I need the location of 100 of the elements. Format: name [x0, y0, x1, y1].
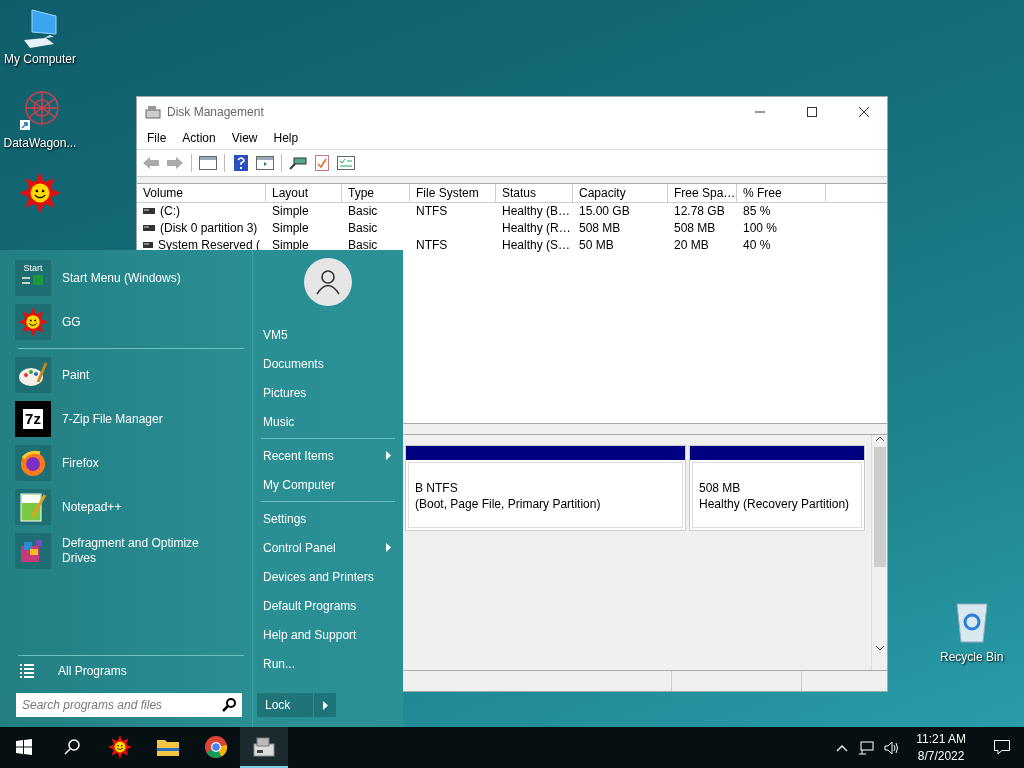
start-menu-link[interactable]: Run...: [257, 649, 403, 678]
start-menu-link[interactable]: Help and Support: [257, 620, 403, 649]
archive-app-icon: 7z: [23, 409, 43, 429]
browser-icon: [205, 735, 227, 758]
column-header[interactable]: Layout: [266, 183, 342, 202]
table-cell: 40 %: [743, 238, 771, 253]
menu-item[interactable]: Action: [174, 128, 224, 147]
table-cell: 508 MB: [674, 221, 716, 236]
fox-globe-icon: [18, 448, 48, 478]
sun-face-icon: [108, 734, 132, 759]
start-menu-link[interactable]: VM5: [257, 320, 403, 349]
table-cell: NTFS: [416, 238, 448, 253]
program-item[interactable]: Paint: [0, 354, 252, 396]
partition-size: 508 MB: [699, 480, 742, 495]
table-cell: (Disk 0 partition 3): [160, 221, 258, 236]
user-avatar[interactable]: [304, 258, 352, 306]
start-menu-app-icon: Start: [14, 259, 52, 297]
column-header[interactable]: % Free: [737, 183, 826, 202]
menu-item[interactable]: Help: [265, 128, 307, 147]
vertical-scrollbar[interactable]: [871, 434, 887, 671]
arrow-right-icon: [322, 700, 328, 710]
program-item[interactable]: Firefox: [0, 442, 252, 484]
program-item[interactable]: 7z 7-Zip File Manager: [0, 398, 252, 440]
sun-face-icon: [19, 172, 61, 214]
table-cell: Healthy (S…: [502, 238, 571, 253]
list-icon: [20, 663, 34, 678]
drive-icon: [143, 242, 153, 249]
notepad-icon: [18, 491, 48, 523]
table-cell: Basic: [348, 221, 378, 236]
scroll-up-icon[interactable]: [874, 434, 885, 443]
drive-icon: [143, 208, 155, 215]
partition-block[interactable]: 508 MB Healthy (Recovery Partition): [689, 444, 865, 531]
start-menu-link[interactable]: Default Programs: [257, 591, 403, 620]
partition-status: Healthy (Recovery Partition): [699, 496, 851, 511]
table-cell: Basic: [348, 204, 378, 219]
close-icon: [859, 107, 869, 117]
desktop-icon-label[interactable]: My Computer: [4, 52, 76, 66]
help-button[interactable]: [231, 152, 251, 173]
partition-status: (Boot, Page File, Primary Partition): [415, 496, 602, 511]
recycle-bin-icon[interactable]: [953, 600, 990, 644]
submenu-arrow-icon: [386, 451, 391, 460]
table-cell: 100 %: [743, 221, 778, 236]
start-menu-link[interactable]: My Computer: [257, 470, 403, 499]
start-menu-link[interactable]: Devices and Printers: [257, 562, 403, 591]
table-cell: (C:): [160, 204, 180, 219]
search-field[interactable]: Search programs and files: [16, 693, 242, 717]
table-cell: Simple: [272, 238, 309, 253]
table-cell: 20 MB: [674, 238, 709, 253]
table-cell: 85 %: [743, 204, 771, 219]
program-item[interactable]: GG: [0, 301, 252, 343]
check-document-button[interactable]: [312, 152, 332, 173]
all-programs-button[interactable]: All Programs: [18, 655, 244, 685]
partition-block[interactable]: B NTFS (Boot, Page File, Primary Partition): [405, 444, 686, 531]
table-cell: Simple: [272, 204, 309, 219]
start-menu-link[interactable]: Music: [257, 407, 403, 436]
column-header[interactable]: Capacity: [573, 183, 668, 202]
lock-options-button[interactable]: [314, 693, 336, 717]
lock-button[interactable]: Lock: [257, 693, 313, 717]
start-menu-link[interactable]: Documents: [257, 349, 403, 378]
table-cell: NTFS: [416, 204, 448, 219]
search-icon: [222, 698, 236, 712]
maximize-icon: [807, 107, 817, 117]
search-icon: [64, 738, 80, 755]
program-item[interactable]: Start Start Menu (Windows): [0, 257, 252, 299]
table-cell: 12.78 GB: [674, 204, 725, 219]
disk-drive-icon: [145, 105, 161, 119]
folder-icon: [157, 737, 179, 756]
windows-logo-icon: [16, 738, 32, 755]
window-title: Disk Management: [167, 105, 265, 119]
column-header[interactable]: File System: [410, 183, 496, 202]
table-cell: Simple: [272, 221, 309, 236]
submenu-arrow-icon: [386, 543, 391, 552]
desktop-icon-label[interactable]: DataWagon...: [3, 136, 77, 150]
partition-size: B NTFS: [415, 480, 459, 495]
column-header[interactable]: Type: [342, 183, 410, 202]
menu-item[interactable]: View: [223, 128, 266, 147]
drive-icon: [143, 225, 155, 232]
column-header[interactable]: Status: [496, 183, 573, 202]
table-cell: Healthy (B…: [502, 204, 571, 219]
disk-drive-icon: [252, 735, 276, 758]
desktop-icon-label[interactable]: Recycle Bin: [940, 650, 1004, 664]
program-item[interactable]: Notepad++: [0, 486, 252, 528]
start-menu-link[interactable]: Recent Items: [257, 441, 403, 470]
menu-item[interactable]: File: [139, 128, 175, 147]
table-cell: Basic: [348, 238, 378, 253]
table-cell: 508 MB: [579, 221, 621, 236]
taskbar-app[interactable]: [240, 727, 288, 768]
table-cell: Healthy (R…: [502, 221, 571, 236]
sun-face-icon: [18, 307, 48, 337]
start-menu-link[interactable]: Control Panel: [257, 533, 403, 562]
clock[interactable]: 11:21 AM 8/7/2022: [908, 730, 974, 765]
chevron-up-icon: [836, 743, 849, 752]
column-header[interactable]: Free Spa…: [668, 183, 737, 202]
scroll-down-icon[interactable]: [874, 644, 885, 653]
table-cell: 15.00 GB: [579, 204, 630, 219]
column-header[interactable]: Volume: [137, 183, 266, 202]
start-menu-link[interactable]: Pictures: [257, 378, 403, 407]
program-item[interactable]: Defragment and Optimize Drives: [0, 530, 252, 572]
table-cell: 50 MB: [579, 238, 614, 253]
start-menu-link[interactable]: Settings: [257, 504, 403, 533]
